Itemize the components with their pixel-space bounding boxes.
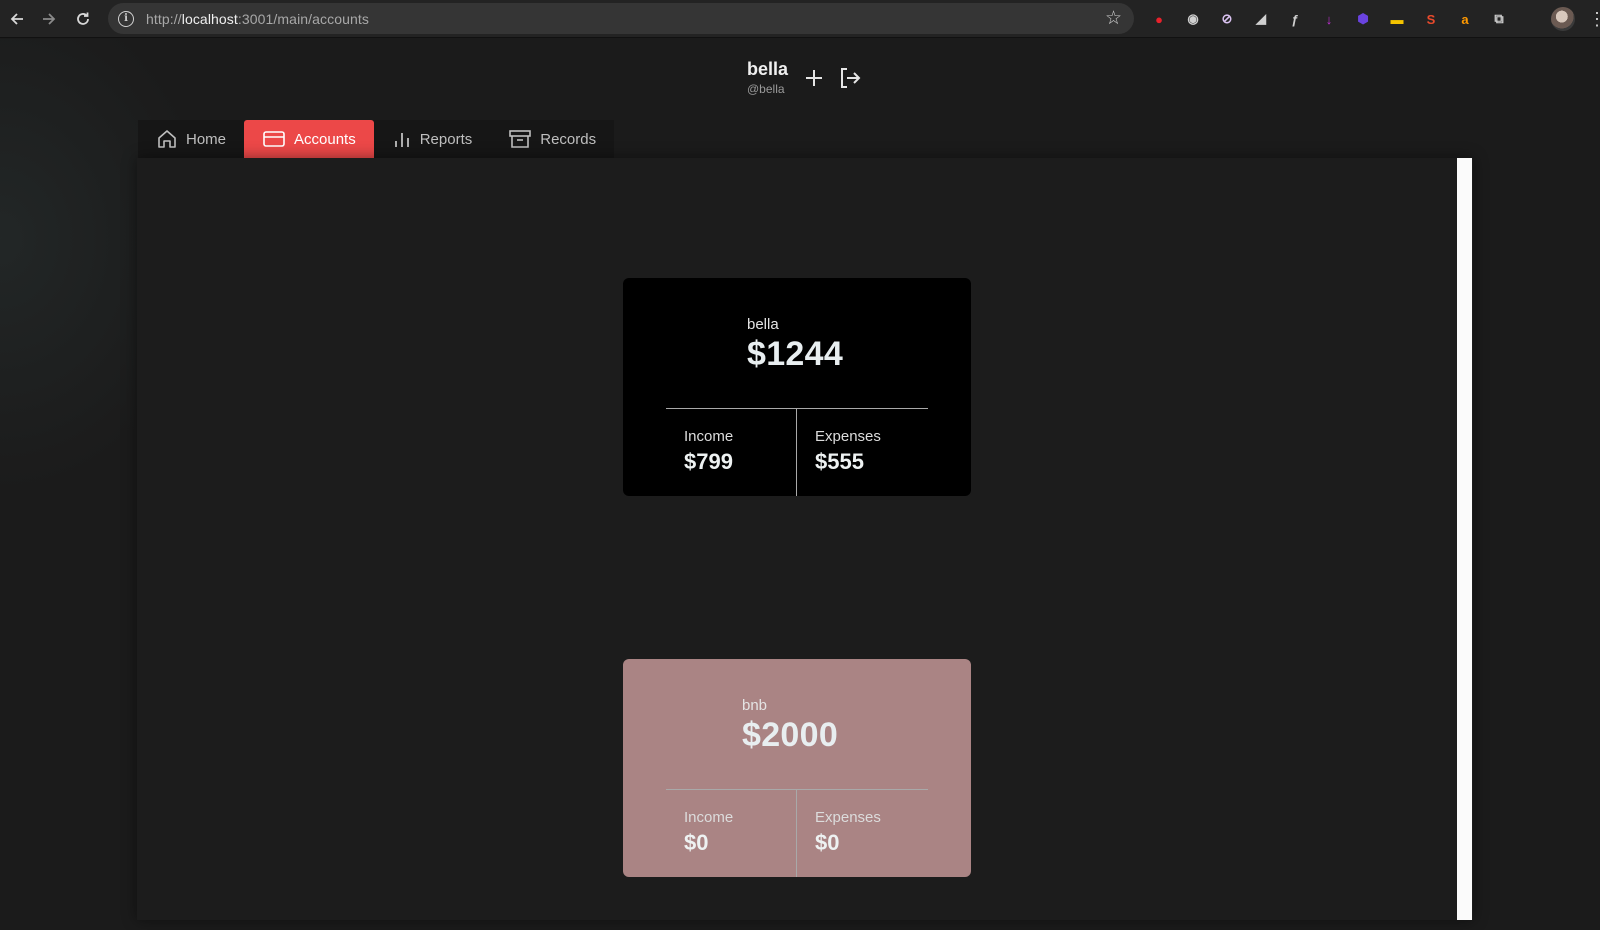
puzzle-extensions-icon[interactable]: ⧉: [1488, 8, 1510, 30]
income-stat: Income $799: [684, 428, 733, 475]
url-text[interactable]: http://localhost:3001/main/accounts: [146, 11, 369, 27]
red-shield-extension-icon[interactable]: ●: [1148, 8, 1170, 30]
account-balance: $1244: [747, 335, 844, 373]
back-arrow-icon[interactable]: [0, 2, 34, 36]
badge-extension-icon[interactable]: ⬢: [1352, 8, 1374, 30]
expenses-label: Expenses: [815, 428, 881, 445]
s-extension-icon[interactable]: S: [1420, 8, 1442, 30]
account-name: bnb: [742, 697, 768, 714]
profile-avatar[interactable]: [1551, 7, 1575, 31]
income-stat: Income $0: [684, 809, 733, 856]
account-card[interactable]: bnb $2000 Income $0 Expenses $0: [623, 659, 971, 877]
browser-menu-icon[interactable]: ⋮: [1588, 6, 1600, 32]
archive-icon: [509, 130, 532, 148]
credit-card-icon: [263, 131, 285, 147]
url-scheme: http://: [146, 10, 182, 27]
logout-icon[interactable]: [834, 62, 866, 94]
user-header: bella @bella: [747, 59, 866, 96]
user-info: bella @bella: [747, 59, 788, 96]
tab-reports[interactable]: Reports: [374, 120, 491, 158]
income-label: Income: [684, 428, 734, 445]
scrollbar[interactable]: [1457, 158, 1472, 920]
account-name: bella: [747, 316, 779, 333]
reload-icon[interactable]: [66, 2, 100, 36]
forward-arrow-icon[interactable]: [32, 2, 66, 36]
tab-home-label: Home: [186, 130, 227, 148]
address-bar[interactable]: i http://localhost:3001/main/accounts ☆: [108, 3, 1134, 34]
card-divider-vertical: [796, 408, 797, 496]
site-info-icon[interactable]: i: [118, 10, 134, 27]
accounts-panel: bella $1244 Income $799 Expenses $555 bn…: [137, 158, 1473, 920]
expenses-stat: Expenses $555: [815, 428, 881, 475]
extensions-bar: ● ◉ ⊘ ◢ ƒ ↓ ⬢ ▬ Sa ⧉: [1148, 6, 1510, 32]
add-icon[interactable]: [798, 62, 830, 94]
download-extension-icon[interactable]: ↓: [1318, 8, 1340, 30]
url-host: localhost: [181, 10, 238, 27]
income-value: $799: [684, 449, 733, 474]
bookmark-star-icon[interactable]: ☆: [1105, 7, 1122, 30]
card-divider-vertical: [796, 789, 797, 877]
tab-records-label: Records: [540, 130, 597, 148]
user-handle: @bella: [747, 82, 785, 96]
expenses-value: $0: [815, 830, 840, 855]
expenses-value: $555: [815, 449, 864, 474]
tab-accounts-label: Accounts: [294, 130, 356, 148]
user-display-name: bella: [747, 59, 789, 79]
account-header: bnb $2000: [742, 697, 838, 755]
compass-extension-icon[interactable]: ⊘: [1216, 8, 1238, 30]
card-divider-horizontal: [666, 408, 928, 409]
browser-toolbar: i http://localhost:3001/main/accounts ☆ …: [0, 0, 1600, 38]
tab-reports-label: Reports: [419, 130, 473, 148]
function-extension-icon[interactable]: ƒ: [1284, 8, 1306, 30]
expenses-stat: Expenses $0: [815, 809, 881, 856]
app-root: bella @bella Home Accounts Reports Recor…: [0, 39, 1600, 930]
bar-chart-icon: [394, 133, 409, 147]
account-balance: $2000: [742, 716, 839, 754]
dark-reader-extension-icon[interactable]: ◢: [1250, 8, 1272, 30]
tab-home[interactable]: Home: [138, 120, 244, 158]
tab-records[interactable]: Records: [490, 120, 614, 158]
camera-extension-icon[interactable]: ◉: [1182, 8, 1204, 30]
main-tabs: Home Accounts Reports Records: [138, 120, 615, 158]
account-card[interactable]: bella $1244 Income $799 Expenses $555: [623, 278, 971, 496]
income-label: Income: [684, 809, 734, 826]
notes-extension-icon[interactable]: ▬: [1386, 8, 1408, 30]
tab-accounts[interactable]: Accounts: [244, 120, 374, 158]
expenses-label: Expenses: [815, 809, 881, 826]
card-divider-horizontal: [666, 789, 928, 790]
amazon-extension-icon[interactable]: a: [1454, 8, 1476, 30]
url-path: :3001/main/accounts: [237, 10, 369, 27]
income-value: $0: [684, 830, 709, 855]
home-icon: [158, 130, 176, 148]
account-header: bella $1244: [747, 316, 843, 374]
